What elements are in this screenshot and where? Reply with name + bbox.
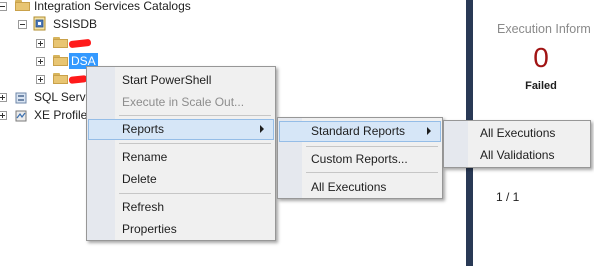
expand-icon[interactable] <box>0 111 7 120</box>
folder-icon <box>53 73 68 84</box>
tree-node-sql-server[interactable]: SQL Server <box>0 88 96 106</box>
standard-reports-submenu: All Executions All Validations <box>443 120 591 168</box>
expand-icon[interactable] <box>0 93 7 102</box>
menu-item-all-executions-report[interactable]: All Executions <box>445 123 589 143</box>
menu-item-label: Delete <box>122 172 157 186</box>
menu-item-label: Refresh <box>122 200 165 214</box>
server-icon <box>15 91 27 104</box>
tree-node-xe-profiler[interactable]: XE Profiler <box>0 106 92 124</box>
collapse-icon[interactable] <box>18 20 27 29</box>
tree-node-ssisdb[interactable]: SSISDB <box>0 15 200 33</box>
tree-node-label: SSISDB <box>53 17 98 31</box>
menu-item-label: All Validations <box>480 148 555 162</box>
menu-item-label: Rename <box>122 150 168 164</box>
tree-node-integration-services-catalogs[interactable]: Integration Services Catalogs <box>0 0 230 15</box>
menu-separator <box>119 143 271 144</box>
menu-item-execute-in-scale-out: Execute in Scale Out... <box>88 92 274 112</box>
submenu-arrow-icon <box>260 125 264 133</box>
menu-item-label: Custom Reports... <box>311 152 408 166</box>
menu-separator <box>306 172 438 173</box>
page-indicator: 1 / 1 <box>496 190 520 204</box>
expand-icon[interactable] <box>36 75 45 84</box>
folder-icon <box>53 55 68 66</box>
menu-item-reports[interactable]: Reports <box>88 119 274 140</box>
menu-separator <box>119 115 271 116</box>
failed-label: Failed <box>525 80 557 92</box>
redacted-label <box>68 38 92 49</box>
tree-node-folder-redacted-1[interactable] <box>0 34 110 52</box>
folder-icon <box>53 37 68 48</box>
menu-item-rename[interactable]: Rename <box>88 147 274 167</box>
submenu-arrow-icon <box>427 127 431 135</box>
menu-item-label: Execute in Scale Out... <box>122 95 245 109</box>
profiler-icon <box>15 109 27 122</box>
menu-item-label: All Executions <box>480 126 556 140</box>
failed-count: 0 <box>533 42 549 73</box>
tree-node-label: XE Profiler <box>34 108 92 122</box>
menu-separator <box>306 146 438 147</box>
menu-item-properties[interactable]: Properties <box>88 219 274 239</box>
menu-item-standard-reports[interactable]: Standard Reports <box>279 121 441 142</box>
menu-item-delete[interactable]: Delete <box>88 169 274 189</box>
menu-item-custom-reports[interactable]: Custom Reports... <box>279 149 441 169</box>
expand-icon[interactable] <box>36 57 45 66</box>
tree-node-label: Integration Services Catalogs <box>34 0 191 13</box>
menu-item-refresh[interactable]: Refresh <box>88 197 274 217</box>
folder-icon <box>15 0 30 11</box>
menu-item-label: Properties <box>122 222 177 236</box>
menu-separator <box>119 193 271 194</box>
redacted-label <box>68 75 88 84</box>
menu-item-label: Reports <box>122 122 165 136</box>
reports-submenu: Standard Reports Custom Reports... All E… <box>277 117 443 199</box>
menu-item-start-powershell[interactable]: Start PowerShell <box>88 70 274 90</box>
menu-item-label: Start PowerShell <box>122 73 212 87</box>
collapse-icon[interactable] <box>0 2 7 11</box>
expand-icon[interactable] <box>36 39 45 48</box>
report-title: Execution Inform <box>497 22 591 36</box>
menu-item-all-executions[interactable]: All Executions <box>279 177 441 197</box>
menu-item-all-validations-report[interactable]: All Validations <box>445 145 589 165</box>
database-icon <box>33 16 47 31</box>
folder-context-menu: Start PowerShell Execute in Scale Out...… <box>86 66 276 241</box>
menu-item-label: All Executions <box>311 180 387 194</box>
menu-item-label: Standard Reports <box>311 124 406 138</box>
